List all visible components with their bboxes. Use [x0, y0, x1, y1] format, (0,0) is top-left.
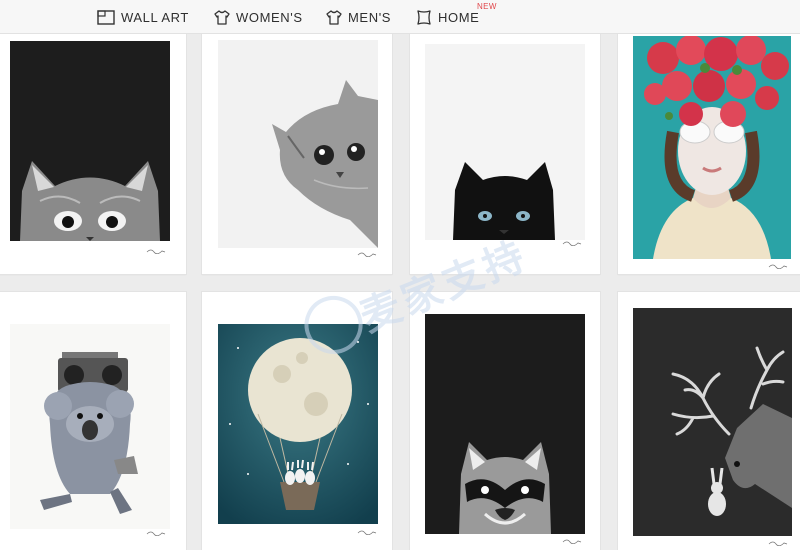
tshirt-icon	[214, 9, 230, 25]
artwork-image	[633, 308, 792, 536]
artwork-image	[425, 314, 585, 534]
cat-side-illustration	[218, 40, 378, 248]
artist-signature	[562, 539, 582, 544]
raccoon-illustration	[425, 314, 585, 534]
product-card[interactable]	[618, 292, 800, 550]
artist-signature	[357, 252, 377, 257]
product-card[interactable]	[410, 22, 600, 274]
moon-balloon-illustration	[218, 324, 378, 524]
artist-signature	[146, 531, 166, 536]
nav-label: WOMEN'S	[236, 9, 303, 25]
artwork-image	[425, 44, 585, 240]
tshirt-icon	[326, 9, 342, 25]
nav-label: HOME	[438, 9, 480, 25]
nav-label: WALL ART	[121, 9, 189, 25]
nav-home[interactable]: HOME	[416, 6, 479, 28]
product-card[interactable]	[202, 22, 392, 274]
flower-girl-illustration	[633, 36, 791, 259]
artist-signature	[146, 249, 166, 254]
frame-icon	[97, 9, 115, 25]
artist-signature	[768, 541, 788, 546]
product-card[interactable]	[410, 292, 600, 550]
deer-rabbit-illustration	[633, 308, 792, 536]
product-card[interactable]	[0, 22, 186, 274]
product-card[interactable]	[202, 292, 392, 550]
nav-womens[interactable]: WOMEN'S	[214, 6, 303, 28]
artist-signature	[768, 264, 788, 269]
product-card[interactable]	[618, 22, 800, 274]
nav-mens[interactable]: MEN'S	[326, 6, 391, 28]
artist-signature	[357, 530, 377, 535]
artwork-image	[218, 324, 378, 524]
artist-signature	[562, 241, 582, 246]
artwork-image	[10, 41, 170, 241]
artwork-image	[218, 40, 378, 248]
koala-boombox-illustration	[10, 324, 170, 529]
product-card[interactable]	[0, 292, 186, 550]
cat-peek-illustration	[10, 41, 170, 241]
artwork-image	[633, 36, 791, 259]
artwork-image	[10, 324, 170, 529]
top-nav: WALL ART WOMEN'S MEN'S HOME NEW	[0, 0, 800, 34]
nav-wall-art[interactable]: WALL ART	[97, 6, 189, 28]
black-cat-illustration	[425, 44, 585, 240]
pillow-icon	[417, 9, 431, 25]
new-badge: NEW	[477, 2, 497, 11]
nav-label: MEN'S	[348, 9, 392, 25]
